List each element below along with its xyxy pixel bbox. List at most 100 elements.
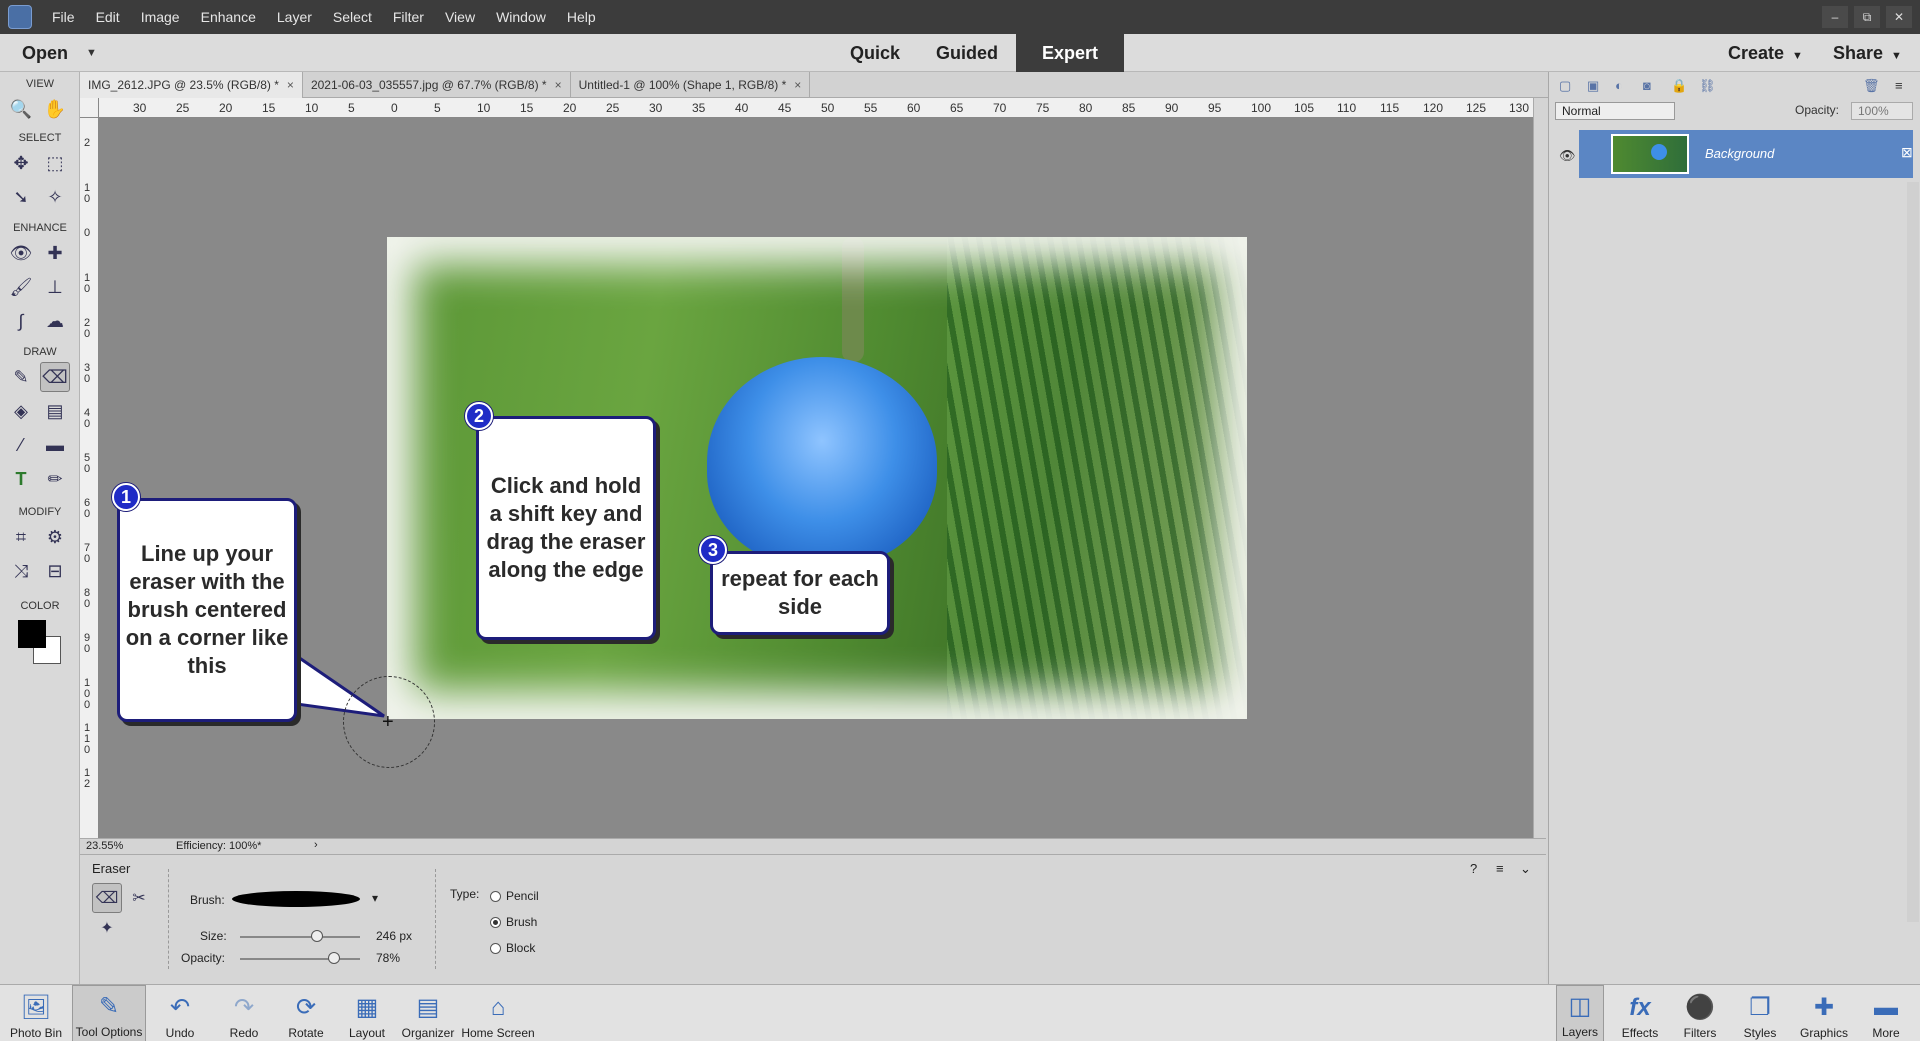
red-eye-tool-icon[interactable]: 👁 <box>6 238 36 268</box>
gradient-tool-icon[interactable]: ▤ <box>40 396 70 426</box>
menu-filter[interactable]: Filter <box>393 9 424 25</box>
close-icon[interactable]: × <box>287 78 294 92</box>
text-tool-icon[interactable]: T <box>6 464 36 494</box>
pencil-tool-icon[interactable]: ✏ <box>40 464 70 494</box>
eraser-icon[interactable]: ⌫ <box>92 883 122 913</box>
doc-tab-label: IMG_2612.JPG @ 23.5% (RGB/8) * <box>88 78 279 92</box>
move-tool-icon[interactable]: ✥ <box>6 148 36 178</box>
chevron-right-icon[interactable]: › <box>314 839 318 851</box>
close-icon[interactable]: × <box>555 78 562 92</box>
opacity-slider[interactable] <box>240 958 360 960</box>
more-button[interactable]: ▬ More <box>1862 985 1910 1041</box>
panel-menu-icon[interactable]: ≡ <box>1895 78 1903 93</box>
open-button[interactable]: Open <box>22 43 68 64</box>
chevron-down-icon[interactable]: ▾ <box>372 891 378 905</box>
foreground-color-swatch[interactable] <box>18 620 46 648</box>
type-brush-radio[interactable] <box>490 917 501 928</box>
styles-button[interactable]: ❐ Styles <box>1736 985 1784 1041</box>
layer-row[interactable]: Background ⊠ <box>1579 130 1913 178</box>
size-slider[interactable] <box>240 936 360 938</box>
undo-button[interactable]: ↶ Undo <box>156 985 204 1041</box>
paint-bucket-tool-icon[interactable]: ◈ <box>6 396 36 426</box>
zoom-tool-icon[interactable]: 🔍 <box>6 94 36 124</box>
layout-button[interactable]: ▦ Layout <box>342 985 392 1041</box>
tab-guided[interactable]: Guided <box>918 34 1016 72</box>
menu-view[interactable]: View <box>445 9 475 25</box>
menu-layer[interactable]: Layer <box>277 9 312 25</box>
layers-button[interactable]: ◫ Layers <box>1556 985 1604 1041</box>
rotate-button[interactable]: ⟳ Rotate <box>280 985 332 1041</box>
tool-options-button[interactable]: ✎ Tool Options <box>72 985 146 1041</box>
chevron-down-icon[interactable]: ⌄ <box>1520 861 1531 877</box>
smart-brush-tool-icon[interactable]: 🖌 <box>6 272 36 302</box>
trash-icon[interactable]: 🗑 <box>1863 78 1880 94</box>
crop-tool-icon[interactable]: ⌗ <box>6 522 36 552</box>
effects-button[interactable]: fx Effects <box>1616 985 1664 1041</box>
filters-button[interactable]: ⚫ Filters <box>1676 985 1724 1041</box>
content-aware-move-icon[interactable]: ⤨ <box>6 556 36 586</box>
doc-tab[interactable]: IMG_2612.JPG @ 23.5% (RGB/8) * × <box>80 72 303 98</box>
clone-stamp-tool-icon[interactable]: ⊥ <box>40 272 70 302</box>
menu-image[interactable]: Image <box>141 9 180 25</box>
menu-window[interactable]: Window <box>496 9 546 25</box>
vertical-scrollbar[interactable] <box>1533 98 1546 838</box>
menu-enhance[interactable]: Enhance <box>201 9 256 25</box>
blend-mode-select[interactable]: Normal <box>1555 102 1675 120</box>
straighten-tool-icon[interactable]: ⊟ <box>40 556 70 586</box>
ruler-tick-label: 2 0 <box>83 317 91 340</box>
undo-label: Undo <box>165 1026 195 1040</box>
menu-edit[interactable]: Edit <box>96 9 120 25</box>
blur-tool-icon[interactable]: ∫ <box>6 306 36 336</box>
magic-wand-tool-icon[interactable]: ✧ <box>40 182 70 212</box>
background-eraser-icon[interactable]: ✂ <box>124 883 154 913</box>
sponge-tool-icon[interactable]: ☁ <box>40 306 70 336</box>
layer-mask-icon[interactable]: ◙ <box>1643 78 1659 94</box>
graphics-button[interactable]: ✚ Graphics <box>1796 985 1852 1041</box>
link-icon[interactable]: ⛓ <box>1699 78 1716 94</box>
adjustment-layer-icon[interactable]: ◐ <box>1615 78 1631 94</box>
tab-quick[interactable]: Quick <box>832 34 918 72</box>
menu-file[interactable]: File <box>52 9 75 25</box>
create-button[interactable]: Create ▼ <box>1728 43 1803 64</box>
minimize-button[interactable]: – <box>1822 6 1848 28</box>
opacity-slider-knob[interactable] <box>327 952 340 964</box>
recompose-tool-icon[interactable]: ⚙ <box>40 522 70 552</box>
size-slider-knob[interactable] <box>310 930 323 942</box>
hand-tool-icon[interactable]: ✋ <box>40 94 70 124</box>
eye-icon[interactable]: 👁 <box>1559 148 1576 164</box>
home-screen-button[interactable]: ⌂ Home Screen <box>460 985 536 1041</box>
close-button[interactable]: ✕ <box>1886 6 1912 28</box>
mode-bar: Open ▼ Quick Guided Expert Create ▼ Share… <box>0 34 1920 72</box>
menu-select[interactable]: Select <box>333 9 372 25</box>
chevron-down-icon[interactable]: ▼ <box>86 47 97 59</box>
help-icon[interactable]: ? <box>1470 861 1477 876</box>
opacity-field[interactable]: 100% <box>1851 102 1913 120</box>
lock-icon[interactable]: ⊠ <box>1901 144 1913 161</box>
new-group-icon[interactable]: ▣ <box>1587 78 1603 94</box>
tab-expert[interactable]: Expert <box>1016 34 1125 72</box>
close-icon[interactable]: × <box>794 78 801 92</box>
doc-tab[interactable]: 2021-06-03_035557.jpg @ 67.7% (RGB/8) * × <box>303 72 571 98</box>
restore-button[interactable]: ⧉ <box>1854 6 1880 28</box>
organizer-button[interactable]: ▤ Organizer <box>398 985 458 1041</box>
brush-tool-icon[interactable]: ✎ <box>6 362 36 392</box>
eyedropper-tool-icon[interactable]: ⁄ <box>6 430 36 460</box>
doc-tab[interactable]: Untitled-1 @ 100% (Shape 1, RGB/8) * × <box>571 72 811 98</box>
panel-scrollbar[interactable] <box>1907 182 1919 922</box>
shape-tool-icon[interactable]: ▬ <box>40 430 70 460</box>
brush-preview[interactable] <box>232 891 360 907</box>
type-block-radio[interactable] <box>490 943 501 954</box>
options-menu-icon[interactable]: ≡ <box>1496 861 1504 876</box>
spot-healing-tool-icon[interactable]: ✚ <box>40 238 70 268</box>
magic-eraser-icon[interactable]: ✦ <box>92 913 122 943</box>
menu-help[interactable]: Help <box>567 9 596 25</box>
photo-bin-button[interactable]: 🖼 Photo Bin <box>6 985 66 1041</box>
type-pencil-radio[interactable] <box>490 891 501 902</box>
marquee-tool-icon[interactable]: ⬚ <box>40 148 70 178</box>
redo-button[interactable]: ↷ Redo <box>220 985 268 1041</box>
share-button[interactable]: Share ▼ <box>1833 43 1902 64</box>
lock-icon[interactable]: 🔒 <box>1671 78 1687 94</box>
lasso-tool-icon[interactable]: ➘ <box>6 182 36 212</box>
new-layer-icon[interactable]: ▢ <box>1559 78 1575 94</box>
eraser-tool-icon[interactable]: ⌫ <box>40 362 70 392</box>
